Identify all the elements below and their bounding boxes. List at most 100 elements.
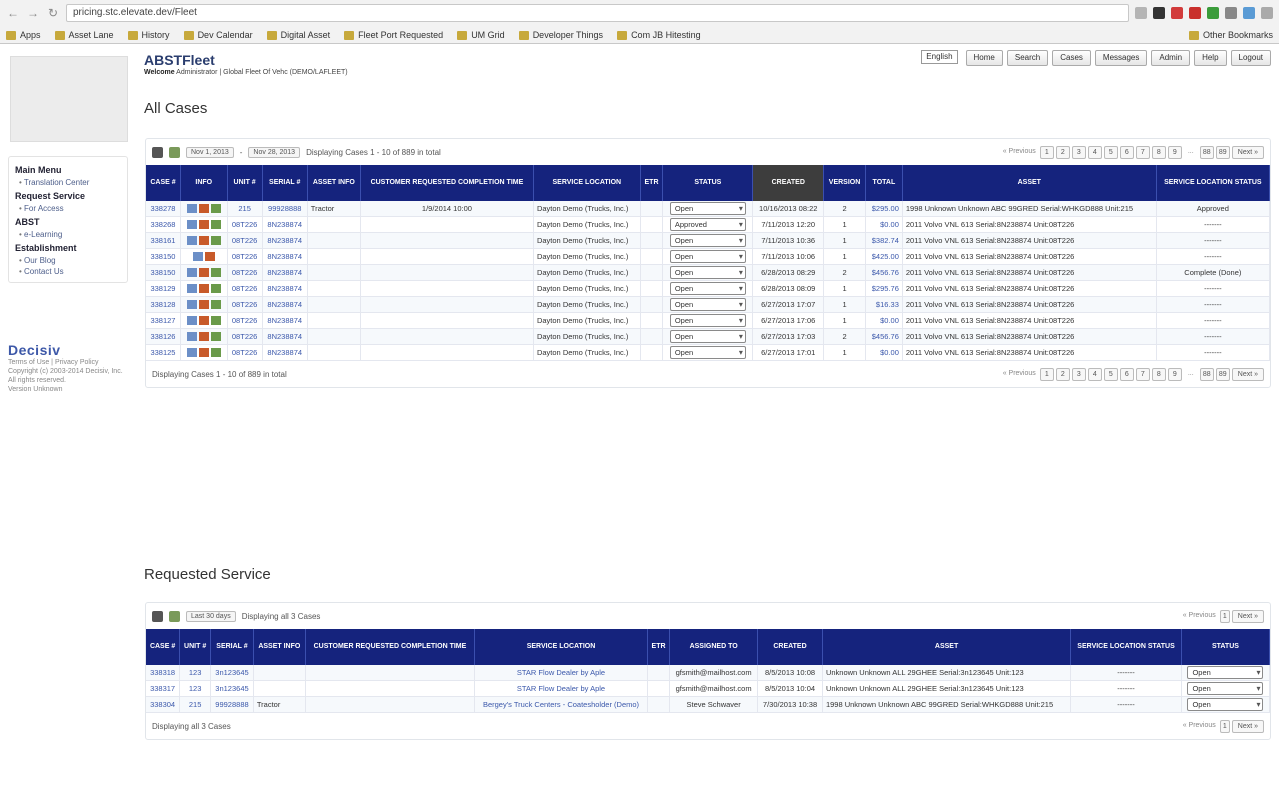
column-header[interactable]: Serial # [262, 165, 308, 201]
page-link[interactable]: 88 [1199, 145, 1214, 159]
table-row[interactable]: 338317 123 3n123645 STAR Flow Dealer by Apl… [146, 680, 1271, 697]
column-header[interactable]: Unit # [179, 629, 212, 665]
serial-cell[interactable]: 3n123645 [210, 680, 254, 697]
service-location-cell[interactable]: STAR Flow Dealer by Aple [474, 665, 648, 681]
column-header[interactable]: Asset Info [307, 165, 361, 201]
table-row[interactable]: 338127 08T226 8N238874 Dayton Demo (Trucks,… [146, 312, 1271, 329]
status-select[interactable]: Open [1187, 666, 1264, 679]
date-range-button[interactable]: Last 30 days [186, 610, 236, 622]
case-number-cell[interactable]: 338317 [146, 680, 181, 697]
column-header[interactable]: Serial # [210, 629, 254, 665]
column-header[interactable]: Asset [822, 629, 1072, 665]
column-header[interactable]: Status [662, 165, 754, 201]
column-header[interactable]: Unit # [227, 165, 263, 201]
previous-link[interactable]: « Previous [1181, 610, 1218, 623]
table-row[interactable]: 338268 08T226 8N238874 Dayton Demo (Trucks,… [146, 216, 1271, 233]
total-cell[interactable]: $382.74 [865, 232, 903, 249]
sidebar-item[interactable]: Translation Center [19, 178, 123, 187]
status-select[interactable]: Approved [669, 218, 746, 231]
status-select[interactable]: Open [669, 298, 746, 311]
unit-cell[interactable]: 08T226 [227, 296, 263, 313]
status-select[interactable]: Open [669, 202, 746, 215]
alert-icon[interactable] [198, 204, 209, 214]
serial-cell[interactable]: 3n123645 [210, 665, 254, 681]
table-row[interactable]: 338129 08T226 8N238874 Dayton Demo (Trucks,… [146, 280, 1271, 297]
serial-cell[interactable]: 8N238874 [262, 328, 308, 345]
table-row[interactable]: 338161 08T226 8N238874 Dayton Demo (Trucks,… [146, 232, 1271, 249]
column-header[interactable]: Service Location Status [1070, 629, 1182, 665]
table-row[interactable]: 338150 08T226 8N238874 Dayton Demo (Trucks,… [146, 264, 1271, 281]
note-icon[interactable] [186, 300, 197, 310]
previous-link[interactable]: « Previous [1001, 368, 1038, 381]
bookmark-item[interactable]: Fleet Port Requested [344, 30, 443, 40]
case-number-cell[interactable]: 338126 [146, 328, 181, 345]
page-link[interactable]: 3 [1071, 367, 1086, 381]
page-link[interactable]: 1 [1039, 145, 1054, 159]
case-number-cell[interactable]: 338129 [146, 280, 181, 297]
column-header[interactable]: Service Location Status [1156, 165, 1271, 201]
column-header[interactable]: Asset Info [253, 629, 306, 665]
case-number-cell[interactable]: 338161 [146, 232, 181, 249]
page-link[interactable]: 88 [1199, 367, 1214, 381]
total-cell[interactable]: $0.00 [865, 344, 903, 361]
status-select[interactable]: Open [669, 282, 746, 295]
bookmark-item[interactable]: UM Grid [457, 30, 505, 40]
status-select[interactable]: Open [669, 330, 746, 343]
table-row[interactable]: 338128 08T226 8N238874 Dayton Demo (Trucks,… [146, 296, 1271, 313]
alert-icon[interactable] [198, 300, 209, 310]
total-cell[interactable]: $425.00 [865, 248, 903, 265]
other-bookmarks[interactable]: Other Bookmarks [1188, 30, 1273, 40]
page-link[interactable]: 7 [1135, 367, 1150, 381]
status-select[interactable]: Open [669, 234, 746, 247]
page-link[interactable]: 5 [1103, 367, 1118, 381]
total-cell[interactable]: $295.76 [865, 280, 903, 297]
serial-cell[interactable]: 8N238874 [262, 296, 308, 313]
doc-icon[interactable] [210, 332, 221, 342]
nav-button-admin[interactable]: Admin [1151, 50, 1191, 66]
serial-cell[interactable]: 99928888 [210, 696, 254, 713]
total-cell[interactable]: $0.00 [865, 312, 903, 329]
note-icon[interactable] [186, 284, 197, 294]
serial-cell[interactable]: 8N238874 [262, 280, 308, 297]
unit-cell[interactable]: 215 [179, 696, 212, 713]
extension-icon[interactable] [1243, 7, 1255, 19]
serial-cell[interactable]: 8N238874 [262, 264, 308, 281]
page-link[interactable]: 1 [1219, 609, 1230, 623]
address-bar[interactable]: pricing.stc.elevate.dev/Fleet [66, 4, 1129, 22]
status-select[interactable]: Open [669, 346, 746, 359]
previous-link[interactable]: « Previous [1181, 720, 1218, 733]
serial-cell[interactable]: 99928888 [262, 201, 308, 217]
nav-button-cases[interactable]: Cases [1052, 50, 1091, 66]
serial-cell[interactable]: 8N238874 [262, 248, 308, 265]
service-location-cell[interactable]: STAR Flow Dealer by Aple [474, 680, 648, 697]
column-header[interactable]: Created [752, 165, 825, 201]
total-cell[interactable]: $16.33 [865, 296, 903, 313]
doc-icon[interactable] [210, 316, 221, 326]
alert-icon[interactable] [198, 284, 209, 294]
note-icon[interactable] [192, 252, 203, 262]
note-icon[interactable] [186, 204, 197, 214]
column-header[interactable]: Created [757, 629, 823, 665]
previous-link[interactable]: « Previous [1001, 146, 1038, 159]
serial-cell[interactable]: 8N238874 [262, 344, 308, 361]
table-row[interactable]: 338150 08T226 8N238874 Dayton Demo (Trucks,… [146, 248, 1271, 265]
case-number-cell[interactable]: 338150 [146, 248, 181, 265]
total-cell[interactable]: $456.76 [865, 328, 903, 345]
sidebar-item[interactable]: Our Blog [19, 256, 123, 265]
page-link[interactable]: 5 [1103, 145, 1118, 159]
note-icon[interactable] [186, 236, 197, 246]
unit-cell[interactable]: 215 [227, 201, 263, 217]
alert-icon[interactable] [198, 348, 209, 358]
total-cell[interactable]: $0.00 [865, 216, 903, 233]
unit-cell[interactable]: 08T226 [227, 280, 263, 297]
table-row[interactable]: 338318 123 3n123645 STAR Flow Dealer by Apl… [146, 665, 1271, 681]
column-header[interactable]: Customer Requested Completion Time [305, 629, 476, 665]
page-link[interactable]: 9 [1167, 367, 1182, 381]
sidebar-item[interactable]: For Access [19, 204, 123, 213]
date-from[interactable]: Nov 1, 2013 [186, 146, 234, 158]
extension-icon[interactable] [1225, 7, 1237, 19]
unit-cell[interactable]: 123 [179, 680, 212, 697]
back-icon[interactable]: ← [6, 6, 20, 20]
settings-icon[interactable] [152, 610, 163, 622]
serial-cell[interactable]: 8N238874 [262, 232, 308, 249]
